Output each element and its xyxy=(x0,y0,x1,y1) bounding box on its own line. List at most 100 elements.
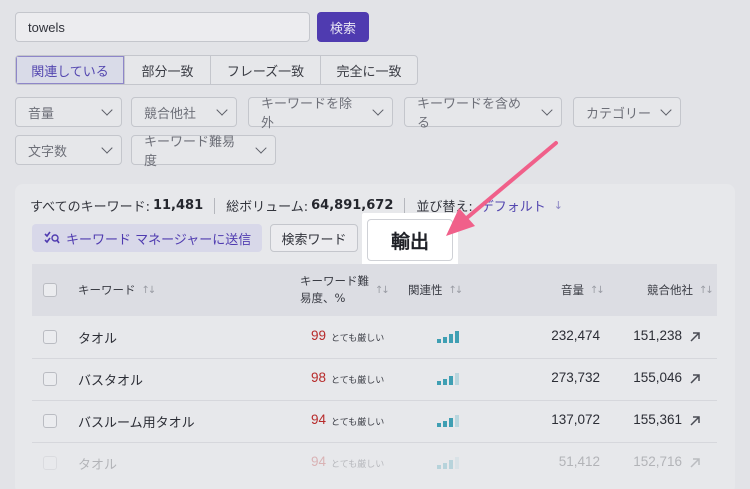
external-link-icon[interactable] xyxy=(688,372,702,386)
column-header-difficulty[interactable]: キーワード難 易度、% ↑↓ xyxy=(300,273,392,307)
relevance-bars xyxy=(437,457,459,469)
sort-icon: ↑↓ xyxy=(699,284,714,296)
filter-label: カテゴリー xyxy=(586,106,652,122)
keyword-cell[interactable]: バスルーム用タオル xyxy=(78,412,195,431)
all-keywords-count: 11,481 xyxy=(152,198,204,213)
chevron-down-icon xyxy=(101,142,113,154)
column-header-competitors[interactable]: 競合他社 ↑↓ xyxy=(647,282,714,298)
search-words-button[interactable]: 検索ワード xyxy=(270,224,358,252)
results-summary: すべてのキーワード: 11,481 総ボリューム: 64,891,672 並び替… xyxy=(30,196,563,215)
column-header-label: キーワード難 易度、% xyxy=(300,273,369,307)
difficulty-label: とても厳しい xyxy=(331,418,385,428)
difficulty-label: とても厳しい xyxy=(331,460,385,470)
send-to-manager-label: キーワード マネージャーに送信 xyxy=(66,232,252,248)
keyword-cell[interactable]: バスタオル xyxy=(78,370,143,389)
keyword-cell[interactable]: タオル xyxy=(78,454,117,473)
difficulty-label: とても厳しい xyxy=(331,376,385,386)
sort-icon: ↑↓ xyxy=(375,285,390,296)
search-button[interactable]: 検索 xyxy=(317,12,369,42)
keyword-cell[interactable]: タオル xyxy=(78,328,117,347)
column-header-label: 競合他社 xyxy=(647,283,693,297)
search-input[interactable]: towels xyxy=(15,12,310,42)
column-header-line: キーワード難 xyxy=(300,274,369,288)
list-check-icon xyxy=(44,231,60,244)
filter-include-keywords[interactable]: キーワードを含める xyxy=(404,97,562,131)
column-header-line: 易度、% xyxy=(300,291,346,305)
sort-dropdown[interactable]: デフォルト xyxy=(481,196,546,215)
chevron-down-icon xyxy=(216,104,228,116)
volume-value: 137,072 xyxy=(551,412,600,427)
tab-phrase-match[interactable]: フレーズ一致 xyxy=(211,56,321,84)
filter-word-count[interactable]: 文字数 xyxy=(15,135,122,165)
difficulty-label: とても厳しい xyxy=(331,334,385,344)
sort-direction-icon[interactable]: ↓ xyxy=(554,199,563,212)
column-header-volume[interactable]: 音量 ↑↓ xyxy=(561,282,605,298)
difficulty-value: 98 xyxy=(310,370,326,385)
difficulty-value: 94 xyxy=(310,412,326,427)
divider xyxy=(404,197,406,214)
relevance-bar xyxy=(443,463,447,469)
external-link-icon[interactable] xyxy=(688,330,702,344)
volume-value: 51,412 xyxy=(558,454,600,469)
relevance-bar xyxy=(437,381,441,385)
chevron-down-icon xyxy=(660,104,672,116)
row-checkbox[interactable] xyxy=(43,414,57,428)
tab-partial-match[interactable]: 部分一致 xyxy=(125,56,211,84)
filter-label: 音量 xyxy=(28,106,55,122)
divider xyxy=(214,197,216,214)
filter-category[interactable]: カテゴリー xyxy=(573,97,681,127)
relevance-bar xyxy=(449,460,453,469)
tab-exact-match[interactable]: 完全に一致 xyxy=(321,56,417,84)
sort-icon: ↑↓ xyxy=(448,284,464,296)
filter-label: 文字数 xyxy=(28,144,68,160)
column-header-keyword[interactable]: キーワード ↑↓ xyxy=(78,282,157,298)
filter-keyword-difficulty[interactable]: キーワード難易度 xyxy=(131,135,276,169)
relevance-bars xyxy=(437,415,459,427)
relevance-bar xyxy=(455,415,459,427)
chevron-down-icon xyxy=(255,142,267,154)
total-volume-count: 64,891,672 xyxy=(311,198,394,213)
volume-value: 232,474 xyxy=(551,328,600,343)
tab-related[interactable]: 関連している xyxy=(16,56,125,84)
row-checkbox[interactable] xyxy=(43,330,57,344)
filter-label: キーワード難易度 xyxy=(144,135,236,169)
relevance-bar xyxy=(437,423,441,427)
filter-exclude-keywords[interactable]: キーワードを除外 xyxy=(248,97,393,131)
sort-icon: ↑↓ xyxy=(141,284,157,296)
column-header-relevance[interactable]: 関連性 ↑↓ xyxy=(408,282,464,298)
send-to-keyword-manager-button[interactable]: キーワード マネージャーに送信 xyxy=(32,224,262,252)
external-link-icon[interactable] xyxy=(688,414,702,428)
competitors-value: 151,238 xyxy=(633,328,682,343)
filter-label: キーワードを除外 xyxy=(261,97,353,131)
filter-label: 競合他社 xyxy=(144,106,197,122)
relevance-bar xyxy=(449,418,453,427)
relevance-bar xyxy=(443,337,447,343)
row-divider xyxy=(32,442,717,443)
export-button[interactable]: 輸出 xyxy=(367,219,453,261)
filter-volume[interactable]: 音量 xyxy=(15,97,122,127)
external-link-icon[interactable] xyxy=(688,456,702,470)
relevance-bar xyxy=(437,465,441,469)
competitors-value: 155,046 xyxy=(633,370,682,385)
difficulty-value: 94 xyxy=(310,454,326,469)
row-checkbox[interactable] xyxy=(43,456,57,470)
total-volume-label: 総ボリューム: xyxy=(226,200,309,215)
match-type-tabs: 関連している 部分一致 フレーズ一致 完全に一致 xyxy=(15,55,418,85)
row-checkbox[interactable] xyxy=(43,372,57,386)
filter-competitors[interactable]: 競合他社 xyxy=(131,97,237,127)
column-header-label: キーワード xyxy=(78,283,136,297)
select-all-checkbox[interactable] xyxy=(43,283,57,297)
column-header-label: 音量 xyxy=(561,283,584,297)
relevance-bar xyxy=(455,331,459,343)
all-keywords-label: すべてのキーワード: xyxy=(30,200,150,215)
relevance-bars xyxy=(437,373,459,385)
relevance-bar xyxy=(455,373,459,385)
volume-value: 273,732 xyxy=(551,370,600,385)
row-divider xyxy=(32,400,717,401)
competitors-value: 155,361 xyxy=(633,412,682,427)
chevron-down-icon xyxy=(372,104,384,116)
relevance-bar xyxy=(455,457,459,469)
relevance-bar xyxy=(449,334,453,343)
row-divider xyxy=(32,358,717,359)
relevance-bars xyxy=(437,331,459,343)
